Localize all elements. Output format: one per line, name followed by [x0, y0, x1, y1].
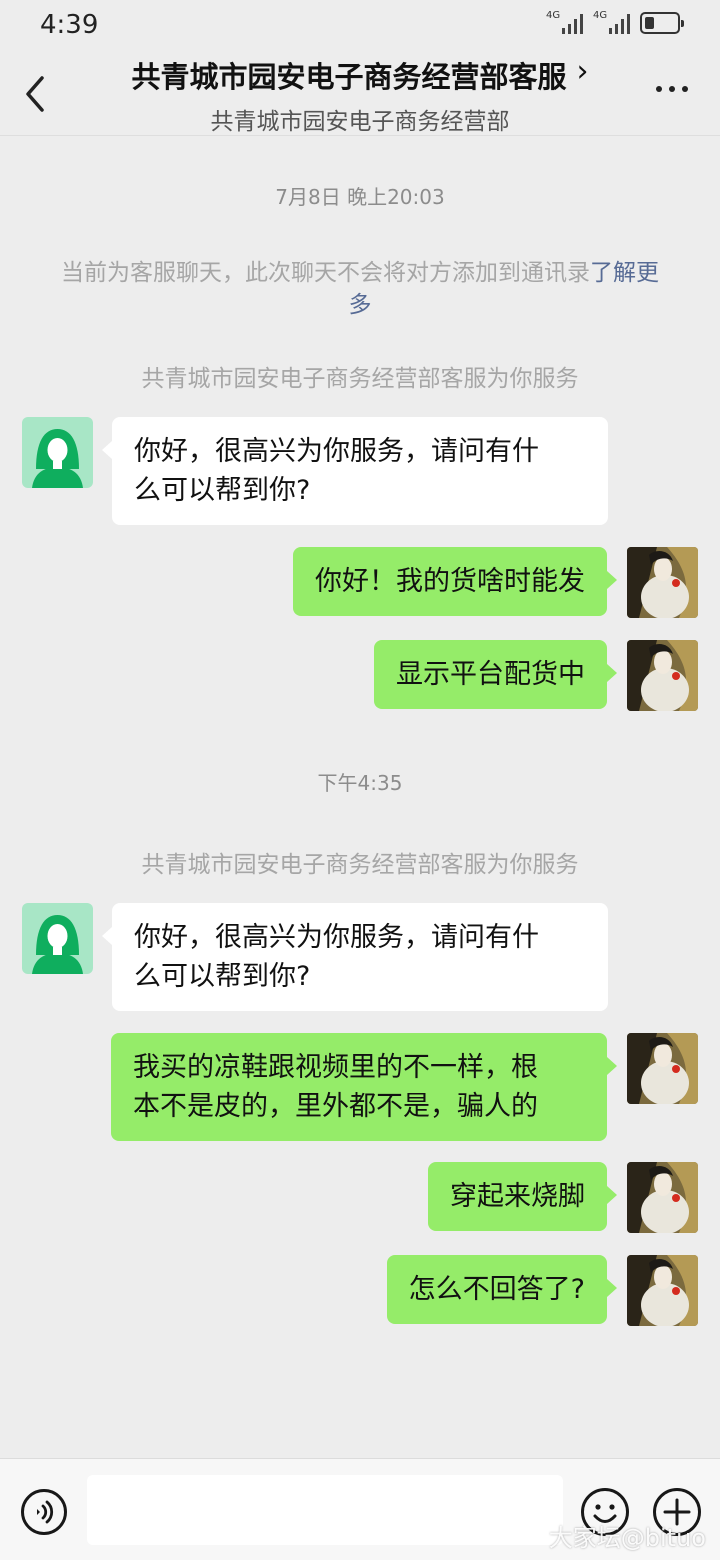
more-options-button[interactable] — [656, 86, 688, 92]
chat-title-area[interactable]: 共青城市园安电子商务经营部客服 › 共青城市园安电子商务经营部 — [100, 54, 620, 136]
signal-icon: 4G — [546, 10, 583, 34]
user-avatar[interactable] — [627, 1255, 698, 1326]
user-avatar[interactable] — [627, 1033, 698, 1104]
message-outgoing[interactable]: 你好！我的货啥时能发 — [293, 547, 617, 616]
user-avatar-image — [627, 1162, 698, 1233]
message-outgoing[interactable]: 怎么不回答了? — [386, 1255, 618, 1324]
timestamp: 下午4:35 — [317, 771, 403, 795]
system-notice: 当前为客服聊天，此次聊天不会将对方添加到通讯录了解更多 — [60, 257, 660, 321]
user-avatar[interactable] — [627, 1162, 698, 1233]
voice-button[interactable] — [20, 1488, 68, 1536]
chat-title[interactable]: 共青城市园安电子商务经营部客服 — [131, 54, 566, 96]
service-label: 共青城市园安电子商务经营部客服为你服务 — [141, 852, 579, 878]
status-icons: 4G 4G — [546, 10, 684, 34]
status-time: 4:39 — [40, 10, 99, 40]
voice-icon — [21, 1489, 67, 1535]
message-input[interactable] — [87, 1475, 563, 1545]
chevron-right-icon[interactable]: › — [577, 54, 589, 89]
user-avatar[interactable] — [627, 547, 698, 618]
back-button[interactable] — [18, 74, 54, 114]
chat-messages[interactable]: 7月8日 晚上20:03 当前为客服聊天，此次聊天不会将对方添加到通讯录了解更多… — [0, 137, 720, 1458]
user-avatar-image — [627, 1255, 698, 1326]
user-avatar-image — [627, 1033, 698, 1104]
message-incoming[interactable]: 你好，很高兴为你服务，请问有什 么可以帮到你? — [102, 417, 608, 525]
message-outgoing[interactable]: 我买的凉鞋跟视频里的不一样，根 本不是皮的，里外都不是，骗人的 — [111, 1033, 617, 1141]
chat-subtitle: 共青城市园安电子商务经营部 — [210, 109, 510, 135]
chevron-left-icon — [26, 76, 44, 112]
battery-icon — [640, 12, 684, 34]
agent-avatar-icon — [32, 429, 83, 488]
service-avatar[interactable] — [22, 903, 93, 974]
service-avatar[interactable] — [22, 417, 93, 488]
service-label: 共青城市园安电子商务经营部客服为你服务 — [141, 366, 579, 392]
watermark: 大家坛@bituo — [548, 1524, 706, 1552]
status-bar: 4:39 4G 4G — [0, 0, 720, 50]
message-outgoing[interactable]: 显示平台配货中 — [374, 640, 617, 709]
timestamp: 7月8日 晚上20:03 — [275, 185, 445, 209]
user-avatar-image — [627, 547, 698, 618]
user-avatar[interactable] — [627, 640, 698, 711]
message-incoming[interactable]: 你好，很高兴为你服务，请问有什 么可以帮到你? — [102, 903, 608, 1011]
message-outgoing[interactable]: 穿起来烧脚 — [428, 1162, 617, 1231]
chat-header: 共青城市园安电子商务经营部客服 › 共青城市园安电子商务经营部 — [0, 50, 720, 136]
system-notice-text: 当前为客服聊天，此次聊天不会将对方添加到通讯录 — [61, 260, 590, 286]
signal-icon: 4G — [593, 10, 630, 34]
user-avatar-image — [627, 640, 698, 711]
agent-avatar-icon — [32, 915, 83, 974]
